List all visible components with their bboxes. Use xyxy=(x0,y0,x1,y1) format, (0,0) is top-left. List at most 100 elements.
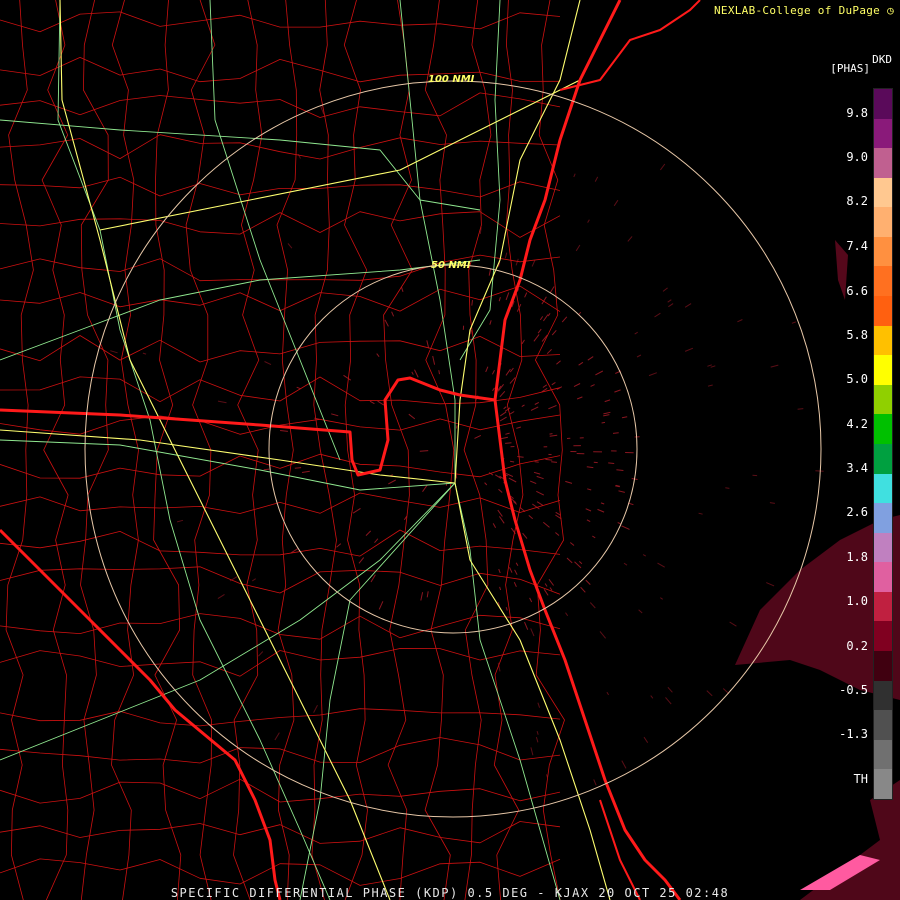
radar-return xyxy=(586,519,591,523)
color-scale-label: 2.6 xyxy=(846,505,868,519)
color-scale-segment xyxy=(874,443,892,474)
color-scale-label: 8.2 xyxy=(846,194,868,208)
radar-return xyxy=(650,695,654,699)
radar-return xyxy=(524,621,529,630)
radar-return xyxy=(667,686,673,693)
color-scale-label: TH xyxy=(853,772,868,786)
radar-return xyxy=(374,538,379,544)
radar-return xyxy=(766,582,775,587)
highway xyxy=(0,482,456,761)
radar-return xyxy=(505,292,510,301)
color-scale-segment xyxy=(874,355,892,385)
radar-return xyxy=(561,316,568,323)
radar-return xyxy=(287,243,293,249)
coastline xyxy=(493,0,682,900)
range-ring-50 xyxy=(268,264,638,634)
radar-return xyxy=(376,353,380,358)
radar-return xyxy=(565,612,569,617)
radar-return xyxy=(489,320,492,325)
radar-return xyxy=(492,387,495,392)
radar-return xyxy=(603,414,610,417)
radar-return xyxy=(706,690,713,697)
radar-return xyxy=(530,406,539,411)
radar-return xyxy=(533,471,541,475)
color-scale-label: 1.0 xyxy=(846,594,868,608)
radar-return xyxy=(595,370,604,376)
radar-return xyxy=(549,434,558,437)
radar-return xyxy=(710,365,716,368)
radar-return xyxy=(616,469,624,471)
color-scale-segment xyxy=(874,562,892,592)
radar-return xyxy=(497,509,503,517)
radar-return xyxy=(542,314,549,322)
radar-return xyxy=(217,400,227,404)
radar-return xyxy=(544,583,548,587)
color-scale-segment xyxy=(874,207,892,237)
radar-return xyxy=(618,490,625,493)
radar-return xyxy=(555,532,560,536)
radar-return xyxy=(621,525,630,530)
radar-return xyxy=(587,488,592,491)
gulf-coastline xyxy=(0,528,282,900)
radar-return xyxy=(667,299,672,303)
radar-return xyxy=(522,532,528,539)
radar-return xyxy=(499,411,507,417)
color-scale-segment xyxy=(874,650,892,681)
radar-return xyxy=(419,450,429,452)
radar-return xyxy=(556,360,561,365)
county-line xyxy=(5,0,34,900)
radar-return xyxy=(492,523,497,529)
radar-return xyxy=(769,502,775,504)
county-line xyxy=(0,211,561,238)
radar-return xyxy=(513,581,517,588)
radar-return xyxy=(606,691,610,696)
radar-return xyxy=(378,601,384,610)
radar-return xyxy=(497,383,504,392)
radar-map: 50 NMI 100 NMI xyxy=(0,0,900,900)
radar-return xyxy=(537,328,542,334)
radar-return xyxy=(110,350,118,354)
radar-return xyxy=(547,313,551,317)
county-line xyxy=(0,414,561,435)
radar-return xyxy=(314,417,320,420)
radar-return xyxy=(660,597,663,600)
radar-return xyxy=(488,268,492,276)
radar-return xyxy=(542,521,550,528)
radar-return xyxy=(504,407,511,412)
expand-icon[interactable]: ◷ xyxy=(887,4,894,17)
county-line xyxy=(0,254,561,282)
radar-return xyxy=(414,369,419,378)
product-code: DKD xyxy=(872,53,892,66)
radar-return xyxy=(537,702,541,708)
radar-return xyxy=(599,631,606,639)
radar-return xyxy=(426,591,429,598)
radar-return xyxy=(662,287,668,292)
radar-return xyxy=(707,364,712,367)
radar-return xyxy=(514,569,518,575)
highway xyxy=(0,259,481,361)
radar-return xyxy=(587,219,590,223)
radar-return xyxy=(575,244,581,252)
radar-return xyxy=(770,364,779,368)
county-line xyxy=(276,0,298,900)
radar-return xyxy=(657,562,665,568)
radar-return xyxy=(264,361,272,366)
color-scale-label: 6.6 xyxy=(846,284,868,298)
color-scale-label: -0.5 xyxy=(839,683,868,697)
radar-return xyxy=(797,408,804,410)
radar-return xyxy=(815,470,824,472)
radar-return xyxy=(504,252,508,259)
radar-return xyxy=(510,460,515,463)
county-line xyxy=(0,821,561,844)
county-line xyxy=(0,566,561,595)
radar-return xyxy=(623,562,628,566)
radar-return xyxy=(524,292,528,298)
radar-return xyxy=(391,311,395,317)
radar-return xyxy=(536,730,539,735)
radar-return xyxy=(643,736,649,743)
radar-return xyxy=(569,542,575,546)
radar-return xyxy=(499,586,502,591)
radar-return xyxy=(659,163,666,171)
color-scale-label: 9.8 xyxy=(846,106,868,120)
color-scale-label: 9.0 xyxy=(846,150,868,164)
